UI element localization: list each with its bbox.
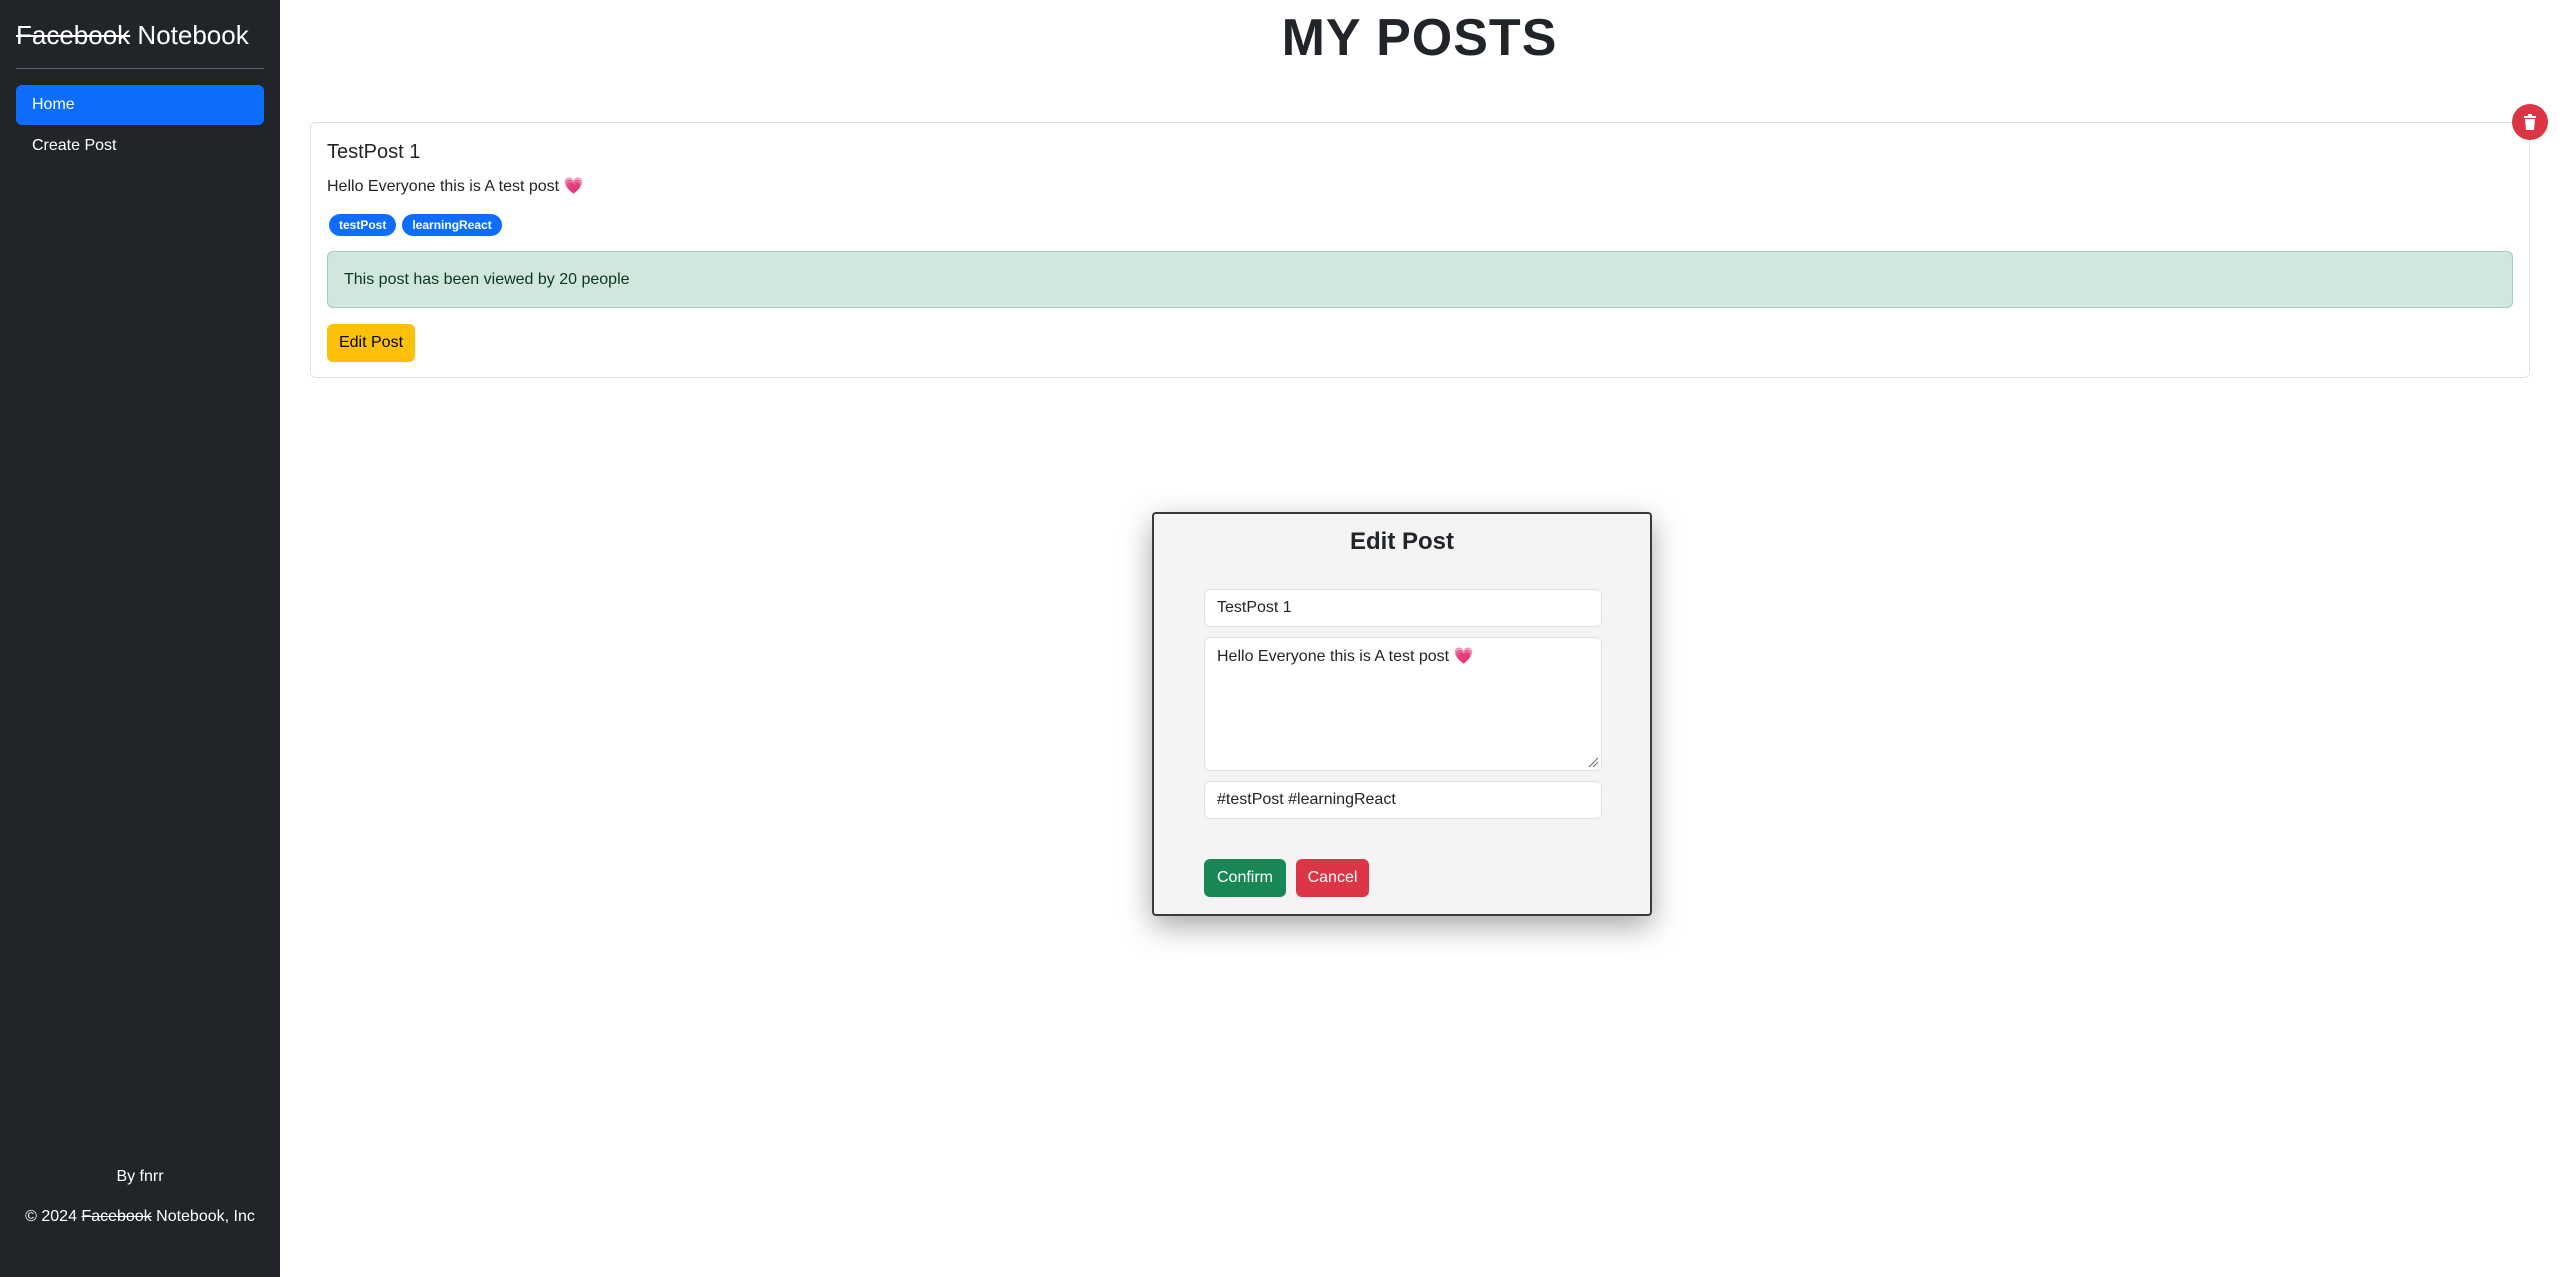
post-tags: testPost learningReact bbox=[329, 214, 502, 236]
copyright-strike: Facebook bbox=[81, 1208, 152, 1225]
resize-handle-icon[interactable] bbox=[1587, 756, 1599, 768]
copyright-prefix: © 2024 bbox=[25, 1208, 82, 1225]
modal-title: Edit Post bbox=[1349, 528, 1454, 555]
page-title: MY POSTS bbox=[1281, 9, 1558, 67]
post-title-input[interactable]: TestPost 1 bbox=[1204, 589, 1602, 627]
post-body-text: Hello Everyone this is A test post bbox=[327, 178, 564, 195]
cancel-button[interactable]: Cancel bbox=[1296, 859, 1369, 897]
post-tags-input[interactable]: #testPost #learningReact bbox=[1204, 781, 1602, 819]
brand-text: Notebook bbox=[130, 20, 249, 50]
author-byline: By fnrr bbox=[116, 1168, 164, 1185]
delete-post-button[interactable] bbox=[2512, 104, 2548, 140]
tag-badge: learningReact bbox=[402, 214, 502, 236]
post-body-textarea[interactable]: Hello Everyone this is A test post 💗 bbox=[1204, 637, 1602, 771]
post-card: TestPost 1 Hello Everyone this is A test… bbox=[310, 122, 2530, 378]
heart-emoji: 💗 bbox=[563, 178, 584, 195]
trash-icon bbox=[2524, 114, 2536, 130]
sidebar-item-create-post[interactable]: Create Post bbox=[16, 126, 264, 166]
edit-post-button[interactable]: Edit Post bbox=[327, 324, 415, 362]
copyright-suffix: Notebook, Inc bbox=[151, 1208, 255, 1225]
brand-divider bbox=[16, 68, 264, 69]
edit-post-modal: Edit Post TestPost 1 Hello Everyone this… bbox=[1152, 512, 1652, 916]
sidebar-item-home[interactable]: Home bbox=[16, 85, 264, 125]
brand-logo[interactable]: Facebook Notebook bbox=[16, 20, 249, 51]
tag-badge: testPost bbox=[329, 214, 397, 236]
copyright-text: © 2024 Facebook Notebook, Inc bbox=[0, 1208, 280, 1226]
post-title: TestPost 1 bbox=[327, 141, 421, 163]
brand-strike-text: Facebook bbox=[16, 20, 131, 50]
sidebar: Facebook Notebook Home Create Post By fn… bbox=[0, 0, 280, 1277]
post-body: Hello Everyone this is A test post 💗 bbox=[327, 176, 583, 196]
views-alert: This post has been viewed by 20 people bbox=[327, 251, 2513, 308]
confirm-button[interactable]: Confirm bbox=[1204, 859, 1286, 897]
post-body-value: Hello Everyone this is A test post 💗 bbox=[1217, 648, 1474, 665]
